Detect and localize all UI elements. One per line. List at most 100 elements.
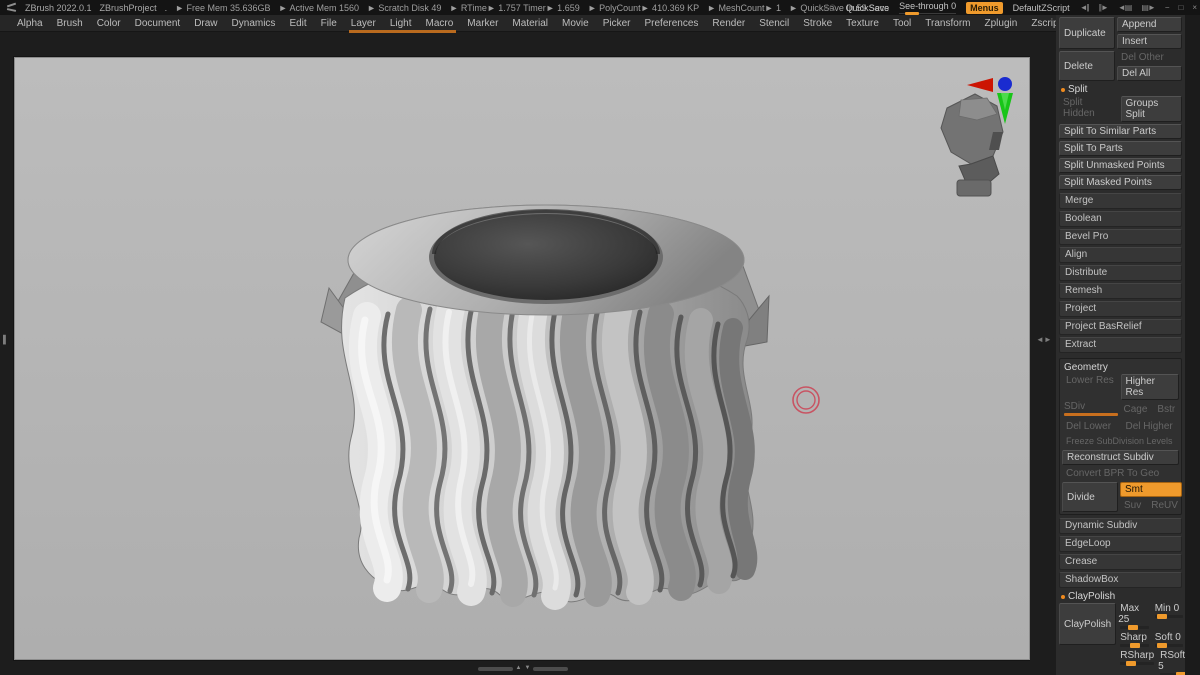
section-align[interactable]: Align (1059, 247, 1182, 263)
divider-bar-right[interactable] (533, 666, 568, 671)
menu-item-macro[interactable]: Macro (419, 18, 461, 29)
delete-button[interactable]: Delete (1059, 51, 1115, 81)
menu-item-layer[interactable]: Layer (344, 18, 383, 29)
restore-icon[interactable]: □ (1178, 3, 1183, 12)
zbrush-window: ZBrush 2022.0.1 ZBrushProject . ► Free M… (0, 0, 1200, 675)
clay-max-slider[interactable] (1120, 625, 1149, 630)
left-tray-toggle[interactable]: ▌ (3, 335, 9, 344)
see-through-slider[interactable]: See-through 0 (899, 1, 957, 15)
section-extract[interactable]: Extract (1059, 337, 1182, 353)
freeze-subdivision-levels-button: Freeze SubDivision Levels (1066, 436, 1173, 446)
stat-scratch-disk: ► Scratch Disk 49 (367, 2, 442, 13)
insert-button[interactable]: Insert (1117, 34, 1182, 49)
split-masked-points-button[interactable]: Split Masked Points (1059, 175, 1182, 190)
quicksave-button[interactable]: QuickSave (846, 3, 890, 13)
timeline-divider-handle[interactable]: ▲ ▼ (478, 665, 568, 672)
clay-sharp-slider[interactable] (1120, 643, 1149, 648)
menu-item-picker[interactable]: Picker (596, 18, 638, 29)
stat-rtime: ► RTime► 1.757 Timer► 1.659 (449, 2, 580, 13)
divider-bar-left[interactable] (478, 666, 513, 671)
section-project-basrelief[interactable]: Project BasRelief (1059, 319, 1182, 335)
stat-polycount: ► PolyCount► 410.369 KP (587, 2, 700, 13)
menu-item-marker[interactable]: Marker (460, 18, 505, 29)
stat-active-mem: ► Active Mem 1560 (278, 2, 359, 13)
higher-res-button[interactable]: Higher Res (1120, 374, 1179, 400)
section-bevel-pro[interactable]: Bevel Pro (1059, 229, 1182, 245)
menu-item-brush[interactable]: Brush (50, 18, 90, 29)
split-section-header[interactable]: Split (1059, 83, 1182, 96)
geometry-group: Geometry Lower Res Higher Res SDiv Cage … (1059, 358, 1182, 515)
split-section-label: Split (1068, 84, 1088, 95)
clay-min-slider[interactable] (1154, 614, 1184, 619)
del-all-button[interactable]: Del All (1117, 66, 1182, 81)
palette-next-icon[interactable]: ▤► (1141, 3, 1156, 12)
palette-prev-icon[interactable]: ◄▤ (1118, 3, 1133, 12)
claypolish-section-header[interactable]: ClayPolish (1059, 590, 1182, 603)
menu-underline-highlight (349, 30, 456, 33)
clay-soft-slider-label: Soft 0 (1154, 632, 1181, 643)
title-bar: ZBrush 2022.0.1 ZBrushProject . ► Free M… (0, 0, 1200, 15)
tray-left-icon[interactable]: ◄|| (1080, 3, 1090, 12)
menu-item-dynamics[interactable]: Dynamics (225, 18, 283, 29)
divide-button[interactable]: Divide (1062, 482, 1118, 512)
section-distribute[interactable]: Distribute (1059, 265, 1182, 281)
sdiv-slider[interactable] (1064, 413, 1118, 416)
right-tray-toggle[interactable]: ◄► (1036, 335, 1052, 344)
split-to-similar-parts-button[interactable]: Split To Similar Parts (1059, 124, 1182, 139)
menu-item-light[interactable]: Light (383, 18, 419, 29)
split-unmasked-points-button[interactable]: Split Unmasked Points (1059, 158, 1182, 173)
menus-button[interactable]: Menus (966, 1, 1003, 14)
menu-item-material[interactable]: Material (505, 18, 555, 29)
project-name[interactable]: ZBrushProject (100, 3, 157, 13)
section-boolean[interactable]: Boolean (1059, 211, 1182, 227)
claypolish-button[interactable]: ClayPolish (1059, 603, 1117, 645)
menu-item-zplugin[interactable]: Zplugin (978, 18, 1025, 29)
section-crease[interactable]: Crease (1059, 554, 1182, 570)
section-shadowbox[interactable]: ShadowBox (1059, 572, 1182, 588)
menu-item-render[interactable]: Render (705, 18, 752, 29)
section-dynamic-subdiv[interactable]: Dynamic Subdiv (1059, 518, 1182, 534)
menu-item-texture[interactable]: Texture (839, 18, 886, 29)
section-merge[interactable]: Merge (1059, 193, 1182, 209)
tool-subtool-panel: Duplicate Append Insert Delete Del Other… (1056, 15, 1185, 675)
menu-item-tool[interactable]: Tool (886, 18, 918, 29)
split-to-parts-button[interactable]: Split To Parts (1059, 141, 1182, 156)
menu-item-draw[interactable]: Draw (187, 18, 224, 29)
menu-item-document[interactable]: Document (128, 18, 188, 29)
stat-meshcount: ► MeshCount► 1 (707, 2, 781, 13)
menu-item-preferences[interactable]: Preferences (637, 18, 705, 29)
clay-max-slider-label: Max 25 (1118, 603, 1140, 625)
geometry-section-header[interactable]: Geometry (1062, 361, 1179, 374)
menu-item-alpha[interactable]: Alpha (10, 18, 50, 29)
del-higher-button: Del Higher (1125, 421, 1173, 432)
menu-item-file[interactable]: File (314, 18, 344, 29)
cage-button: Cage (1123, 404, 1148, 415)
section-edgeloop[interactable]: EdgeLoop (1059, 536, 1182, 552)
minimize-icon[interactable]: − (1165, 3, 1170, 12)
close-icon[interactable]: × (1192, 3, 1197, 12)
default-zscript-button[interactable]: DefaultZScript (1013, 3, 1070, 13)
append-button[interactable]: Append (1117, 17, 1182, 32)
divider-up-icon[interactable]: ▲ (516, 665, 522, 672)
menu-item-stroke[interactable]: Stroke (796, 18, 839, 29)
menu-item-movie[interactable]: Movie (555, 18, 596, 29)
divider-down-icon[interactable]: ▼ (525, 665, 531, 672)
menu-item-transform[interactable]: Transform (918, 18, 977, 29)
menu-item-stencil[interactable]: Stencil (752, 18, 796, 29)
section-project[interactable]: Project (1059, 301, 1182, 317)
document-canvas[interactable] (14, 57, 1030, 660)
geometry-section-label: Geometry (1064, 362, 1108, 373)
clay-rsharp-slider[interactable] (1120, 661, 1155, 666)
groups-split-button[interactable]: Groups Split (1120, 96, 1182, 122)
duplicate-button[interactable]: Duplicate (1059, 17, 1115, 49)
smt-toggle[interactable]: Smt (1120, 482, 1182, 497)
tray-right-icon[interactable]: ||► (1099, 3, 1109, 12)
clay-soft-slider[interactable] (1154, 643, 1184, 648)
clay-rsharp-slider-label: RSharp (1120, 650, 1155, 661)
ac-indicator: AC (823, 2, 836, 13)
camera-head-icon (940, 93, 1004, 197)
section-remesh[interactable]: Remesh (1059, 283, 1182, 299)
menu-item-color[interactable]: Color (90, 18, 128, 29)
reconstruct-subdiv-button[interactable]: Reconstruct Subdiv (1062, 450, 1179, 465)
menu-item-edit[interactable]: Edit (282, 18, 313, 29)
